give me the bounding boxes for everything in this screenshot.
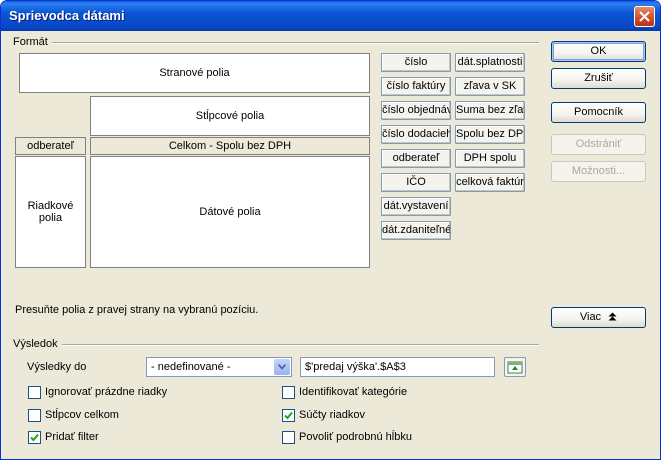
ok-button[interactable]: OK (551, 41, 646, 62)
field-button[interactable]: DPH spolu (455, 149, 525, 168)
field-button[interactable]: Suma bez zľav (455, 101, 525, 120)
drag-hint: Presuňte polia z pravej strany na vybran… (15, 304, 259, 316)
row-field-odberatel[interactable]: odberateľ (15, 137, 86, 155)
field-button[interactable]: dát.zdaniteľné (381, 221, 451, 240)
field-button[interactable]: Spolu bez DPH (455, 125, 525, 144)
field-button[interactable]: číslo dodacieho (381, 125, 451, 144)
format-separator (52, 42, 539, 44)
checkbox-label: Stĺpcov celkom (45, 409, 119, 421)
data-fields-label: Dátové polia (199, 206, 261, 218)
checkbox-box[interactable] (282, 431, 295, 444)
title-bar[interactable]: Sprievodca dátami (1, 1, 660, 31)
remove-button[interactable]: Odstrániť (551, 134, 646, 155)
field-button[interactable]: číslo faktúry (381, 77, 451, 96)
page-fields-area[interactable]: Stranové polia (19, 53, 370, 93)
checkmark-icon (30, 433, 39, 442)
field-button[interactable]: zľava v SK (455, 77, 525, 96)
dialog-body: Formát Stranové polia Stĺpcové polia odb… (4, 31, 657, 456)
cancel-button[interactable]: Zrušiť (551, 68, 646, 89)
options-button[interactable]: Možnosti... (551, 161, 646, 182)
checkbox-label: Ignorovať prázdne riadky (45, 386, 168, 398)
more-button[interactable]: Viac (551, 307, 646, 328)
shrink-icon (507, 361, 523, 374)
field-button[interactable]: číslo objednáv (381, 101, 451, 120)
shrink-button[interactable] (504, 357, 526, 377)
output-select[interactable]: - nedefinované - (146, 357, 292, 377)
checkbox-label: Súčty riadkov (299, 409, 366, 421)
page-fields-label: Stranové polia (159, 67, 230, 79)
checkbox-label: Povoliť podrobnú hĺbku (299, 431, 412, 443)
field-button[interactable]: IČO (381, 173, 451, 192)
more-button-label: Viac (579, 311, 602, 323)
checkbox-box[interactable] (282, 386, 295, 399)
column-fields-label: Stĺpcové polia (195, 110, 265, 122)
window-title: Sprievodca dátami (9, 8, 125, 23)
close-button[interactable] (634, 6, 655, 27)
column-fields-area[interactable]: Stĺpcové polia (90, 96, 370, 136)
data-field-total[interactable]: Celkom - Spolu bez DPH (90, 137, 370, 155)
checkbox-box[interactable] (282, 409, 295, 422)
field-button[interactable]: celková faktúr (455, 173, 525, 192)
row-fields-label: Riadkové polia (27, 200, 74, 224)
result-section-label: Výsledok (13, 338, 58, 350)
data-fields-area[interactable]: Dátové polia (90, 156, 370, 268)
row-fields-area[interactable]: Riadkové polia (15, 156, 86, 268)
format-section-label: Formát (13, 36, 48, 48)
result-separator (62, 344, 539, 346)
field-button[interactable]: číslo (381, 53, 451, 72)
checkbox-label: Identifikovať kategórie (299, 386, 408, 398)
field-button[interactable]: odberateľ (381, 149, 451, 168)
pivot-table-dialog: Sprievodca dátami Formát Stranové polia … (0, 0, 661, 460)
close-icon (639, 11, 650, 22)
output-select-value: - nedefinované - (151, 361, 231, 373)
checkbox-box[interactable] (28, 409, 41, 422)
checkbox-box[interactable] (28, 431, 41, 444)
checkbox-label: Pridať filter (45, 431, 99, 443)
checkmark-icon (284, 411, 293, 420)
checkbox-box[interactable] (28, 386, 41, 399)
dropdown-button[interactable] (274, 359, 290, 375)
output-range-field[interactable]: $'predaj výška'.$A$3 (300, 357, 495, 377)
chevron-down-icon (278, 364, 286, 370)
output-label: Výsledky do (27, 361, 87, 373)
field-button[interactable]: dát.splatnosti (455, 53, 525, 72)
field-button[interactable]: dát.vystavení (381, 197, 451, 216)
help-button[interactable]: Pomocník (551, 102, 646, 123)
double-chevron-up-icon (608, 312, 617, 321)
